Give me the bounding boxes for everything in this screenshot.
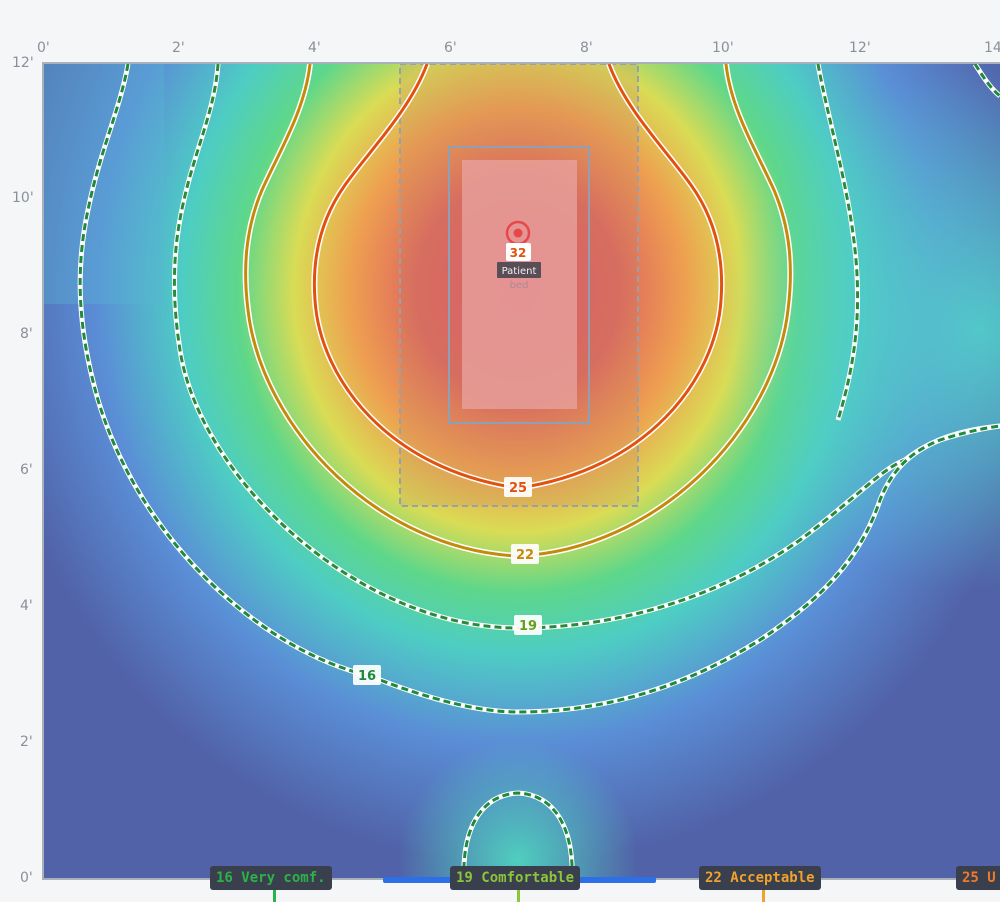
legend-chip-label: 19 Comfortable bbox=[456, 870, 575, 886]
legend-chip-very-comfortable[interactable]: 16 Very comf. bbox=[210, 866, 332, 890]
heat-source-label: Patient bbox=[502, 266, 537, 277]
heat-source-marker[interactable]: 32 Patient bed bbox=[497, 220, 541, 291]
contour-label-text: 22 bbox=[516, 548, 534, 563]
heat-source-value: 32 bbox=[510, 246, 527, 260]
contour-label-text: 19 bbox=[519, 619, 537, 634]
contour-label-text: 16 bbox=[358, 669, 376, 684]
thermal-map-view: 0' 2' 4' 6' 8' 10' 12' 14' 12' 10' 8' 6'… bbox=[0, 0, 1000, 902]
contour-label-25: 25 bbox=[504, 477, 532, 497]
legend-chip-label: 16 Very comf. bbox=[216, 870, 326, 886]
contour-label-text: 25 bbox=[509, 481, 527, 496]
legend-chip-uncomfortable[interactable]: 25 U bbox=[956, 866, 1000, 890]
legend-chip-comfortable[interactable]: 19 Comfortable bbox=[450, 866, 581, 890]
contour-layer: 25 22 19 16 32 Patient bed bbox=[77, 64, 1000, 878]
legend-chip-label: 25 U bbox=[962, 870, 996, 886]
heat-source-sublabel: bed bbox=[510, 280, 529, 291]
contour-label-22: 22 bbox=[511, 544, 539, 564]
legend-stem bbox=[517, 890, 520, 902]
contour-16 bbox=[77, 64, 1000, 878]
contour-label-16: 16 bbox=[353, 665, 381, 685]
legend-chip-acceptable[interactable]: 22 Acceptable bbox=[699, 866, 821, 890]
contour-label-19: 19 bbox=[514, 615, 542, 635]
legend-stem bbox=[762, 890, 765, 902]
legend-chip-label: 22 Acceptable bbox=[705, 870, 815, 886]
legend-stem bbox=[273, 890, 276, 902]
